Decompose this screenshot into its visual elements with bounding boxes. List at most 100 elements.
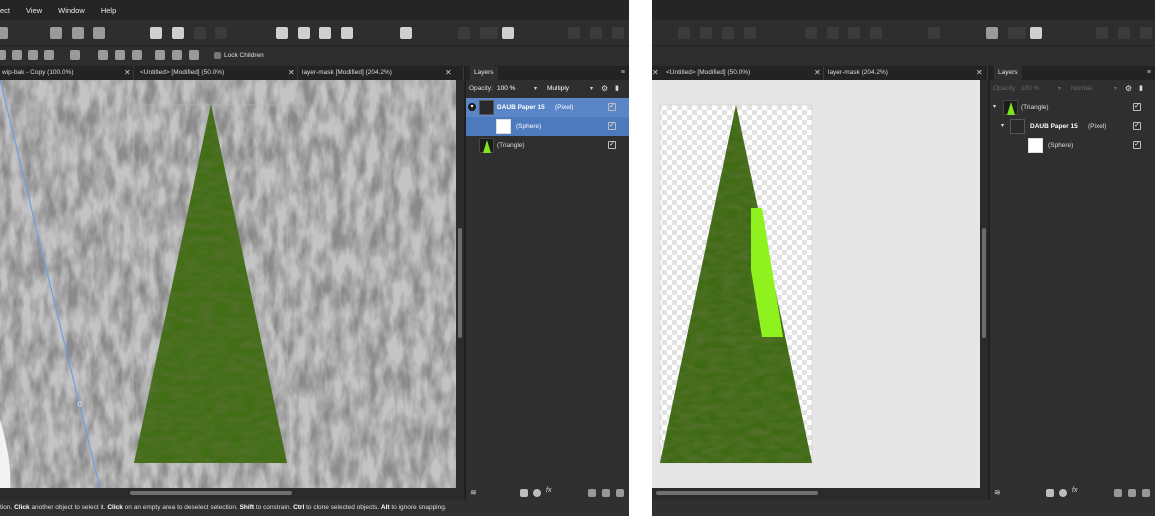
layer-row-triangle[interactable]: ▾ (Triangle) ✓: [990, 98, 1155, 117]
layer-visibility-checkbox[interactable]: ✓: [608, 141, 616, 149]
canvas-vertical-scrollbar[interactable]: [980, 80, 988, 488]
layer-row-daub-paper[interactable]: ▾ DAUB Paper 15 (Pixel) ✓: [990, 117, 1155, 136]
toolbar-button-c[interactable]: [722, 27, 734, 39]
scrollbar-thumb[interactable]: [982, 228, 986, 338]
canvas-area[interactable]: [652, 80, 980, 488]
ctx-button-4[interactable]: [44, 50, 54, 60]
chevron-down-icon[interactable]: ▾: [1114, 82, 1117, 96]
align-bottom-icon[interactable]: [189, 50, 199, 60]
expand-caret-icon[interactable]: ▾: [1001, 117, 1004, 136]
align-middle-icon[interactable]: [172, 50, 182, 60]
flip-vertical-icon[interactable]: [827, 27, 839, 39]
toolbar-button-k[interactable]: [612, 27, 624, 39]
layer-visibility-checkbox[interactable]: ✓: [1133, 103, 1141, 111]
magnet-icon[interactable]: [502, 27, 514, 39]
layer-row-sphere[interactable]: (Sphere) ✓: [990, 136, 1155, 155]
adjustment-icon[interactable]: [533, 489, 541, 497]
gear-icon[interactable]: ⚙: [601, 82, 608, 96]
ctx-button-2[interactable]: [12, 50, 22, 60]
canvas-vertical-scrollbar[interactable]: [456, 80, 464, 488]
fx-icon[interactable]: fx: [1072, 487, 1077, 494]
adjustment-icon[interactable]: [1059, 489, 1067, 497]
lock-children-checkbox[interactable]: [214, 52, 221, 59]
toolbar-button-f[interactable]: [172, 27, 184, 39]
rotate-right-icon[interactable]: [341, 27, 353, 39]
toolbar-button-j[interactable]: [1118, 27, 1130, 39]
panel-menu-icon[interactable]: ≡: [621, 66, 625, 80]
scrollbar-thumb[interactable]: [656, 491, 818, 495]
tab-untitled[interactable]: <Untitled> [Modified] (50.0%): [136, 66, 298, 80]
toolbar-button-i[interactable]: [1096, 27, 1108, 39]
lock-icon[interactable]: ▮: [1139, 82, 1143, 96]
layer-row-sphere[interactable]: (Sphere) ✓: [466, 117, 629, 136]
new-layer-icon[interactable]: [588, 489, 596, 497]
scrollbar-thumb[interactable]: [458, 228, 462, 338]
lock-icon[interactable]: ▮: [615, 82, 619, 96]
canvas-horizontal-scrollbar[interactable]: [0, 488, 456, 496]
opacity-value[interactable]: 100 %: [1021, 82, 1039, 96]
toolbar-button-g[interactable]: [194, 27, 206, 39]
rotate-left-icon[interactable]: [848, 27, 860, 39]
toolbar-button-k[interactable]: [1140, 27, 1152, 39]
align-left-icon[interactable]: [98, 50, 108, 60]
menu-item-select[interactable]: ect: [0, 6, 10, 15]
chevron-down-icon[interactable]: ▾: [1058, 82, 1061, 96]
layer-row-daub-paper[interactable]: ▾ DAUB Paper 15 (Pixel) ✓: [466, 98, 629, 117]
panel-menu-icon[interactable]: ≡: [1147, 66, 1151, 80]
toolbar-button-c[interactable]: [72, 27, 84, 39]
mask-icon[interactable]: [520, 489, 528, 497]
tab-layers[interactable]: Layers: [470, 66, 498, 80]
align-top-icon[interactable]: [155, 50, 165, 60]
align-icon[interactable]: [400, 27, 412, 39]
tab-layers[interactable]: Layers: [994, 66, 1022, 80]
scrollbar-thumb[interactable]: [130, 491, 292, 495]
layer-visibility-checkbox[interactable]: ✓: [1133, 122, 1141, 130]
align-right-icon[interactable]: [132, 50, 142, 60]
toolbar-button-a[interactable]: [678, 27, 690, 39]
tab-layer-mask[interactable]: layer-mask [Modified] (204.2%): [298, 66, 464, 80]
toolbar-button-h[interactable]: [215, 27, 227, 39]
chevron-down-icon[interactable]: ▾: [590, 82, 593, 96]
layer-row-triangle[interactable]: (Triangle) ✓: [466, 136, 629, 155]
menu-item-help[interactable]: Help: [101, 6, 116, 15]
snapping-icon[interactable]: [986, 27, 998, 39]
tab-untitled[interactable]: <Untitled> [Modified] (50.0%): [662, 66, 824, 80]
rotate-left-icon[interactable]: [319, 27, 331, 39]
ctx-button-3[interactable]: [28, 50, 38, 60]
expand-caret-icon[interactable]: ▾: [993, 98, 996, 117]
flip-horizontal-icon[interactable]: [805, 27, 817, 39]
delete-icon[interactable]: [616, 489, 624, 497]
ctx-button-5[interactable]: [70, 50, 80, 60]
toolbar-button-a[interactable]: [0, 27, 8, 39]
toolbar-button-j[interactable]: [590, 27, 602, 39]
mask-icon[interactable]: [1046, 489, 1054, 497]
menu-item-view[interactable]: View: [26, 6, 42, 15]
canvas-area[interactable]: [0, 80, 456, 488]
tab-layer-mask[interactable]: layer-mask (204.2%): [824, 66, 988, 80]
group-icon[interactable]: [602, 489, 610, 497]
toolbar-button-b[interactable]: [50, 27, 62, 39]
chevron-down-icon[interactable]: ▾: [534, 82, 537, 96]
tab-close-icon[interactable]: ✕: [445, 66, 452, 80]
toolbar-button-i[interactable]: [568, 27, 580, 39]
blend-mode-select[interactable]: Normal: [1071, 82, 1092, 96]
tab-close-icon[interactable]: ✕: [124, 66, 131, 80]
snapping-mode-icon[interactable]: [480, 27, 498, 39]
layers-stack-icon[interactable]: ≋: [994, 488, 1001, 497]
toolbar-button-d[interactable]: [744, 27, 756, 39]
tab-close-icon[interactable]: ✕: [288, 66, 295, 80]
new-layer-icon[interactable]: [1114, 489, 1122, 497]
layer-visibility-checkbox[interactable]: ✓: [1133, 141, 1141, 149]
tab-wip-bak[interactable]: wip-bak - Copy (100.0%): [0, 66, 134, 80]
layers-stack-icon[interactable]: ≋: [470, 488, 477, 497]
tab-close-icon[interactable]: ✕: [976, 66, 983, 80]
snapping-mode-icon[interactable]: [1008, 27, 1026, 39]
blend-mode-select[interactable]: Multiply: [547, 82, 569, 96]
toolbar-button-e[interactable]: [150, 27, 162, 39]
toolbar-button-b[interactable]: [700, 27, 712, 39]
flip-horizontal-icon[interactable]: [276, 27, 288, 39]
layer-visibility-checkbox[interactable]: ✓: [608, 103, 616, 111]
ctx-button-1[interactable]: [0, 50, 6, 60]
align-center-icon[interactable]: [115, 50, 125, 60]
opacity-value[interactable]: 100 %: [497, 82, 515, 96]
